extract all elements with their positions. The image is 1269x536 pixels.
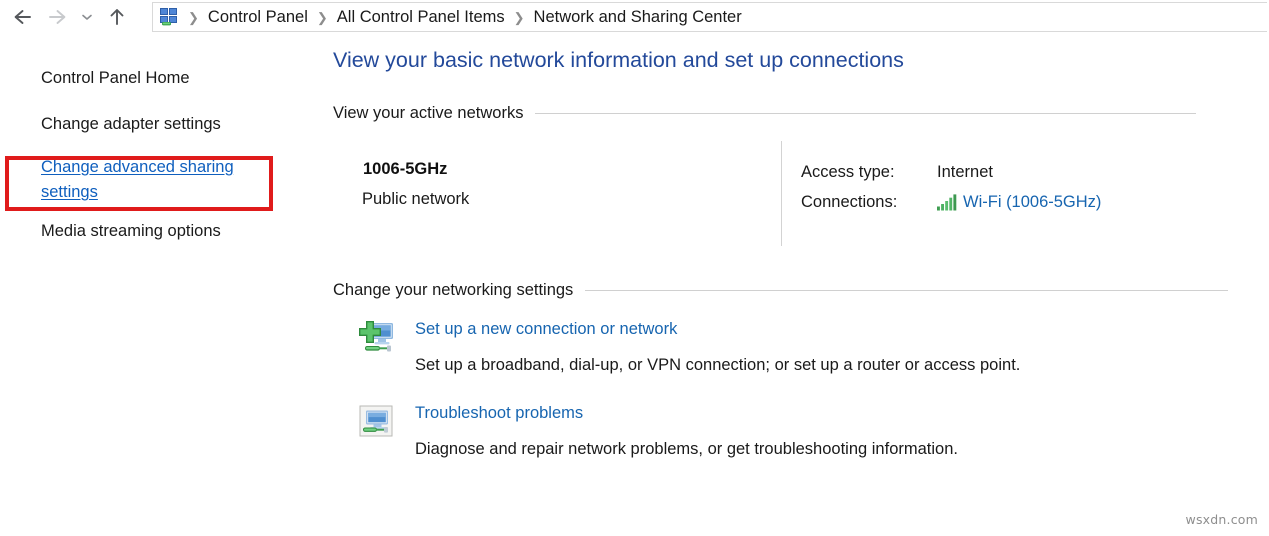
section-header-networking-settings: Change your networking settings (333, 281, 1233, 300)
breadcrumb-item-all-items[interactable]: All Control Panel Items (336, 8, 506, 27)
access-type-value: Internet (937, 162, 993, 181)
section-label: Change your networking settings (333, 281, 574, 299)
breadcrumb-separator: ❯ (316, 9, 328, 25)
connections-label: Connections: (801, 192, 898, 211)
action-set-up-new-connection: Set up a new connection or network Set u… (333, 318, 1233, 380)
description-troubleshoot-problems: Diagnose and repair network problems, or… (415, 440, 958, 458)
sidebar-item-change-adapter-settings[interactable]: Change adapter settings (41, 112, 221, 137)
content-pane: View your basic network information and … (333, 42, 1233, 464)
network-name: 1006-5GHz (363, 160, 448, 178)
up-button[interactable] (100, 0, 134, 33)
active-network-block: 1006-5GHz Public network Access type: In… (333, 141, 1233, 251)
breadcrumb-separator: ❯ (513, 9, 525, 25)
chevron-down-icon (82, 14, 92, 20)
section-divider (535, 113, 1197, 114)
back-arrow-icon (14, 9, 31, 24)
sidebar-item-media-streaming-options[interactable]: Media streaming options (41, 219, 221, 244)
section-label: View your active networks (333, 104, 524, 122)
navigation-pane: Control Panel Home Change adapter settin… (0, 42, 310, 522)
section-header-active-networks: View your active networks (333, 104, 1233, 123)
network-details: Access type: Internet Connections: Wi-Fi… (801, 157, 1101, 217)
control-panel-icon (158, 7, 180, 27)
section-divider (585, 290, 1229, 291)
forward-button[interactable] (40, 0, 74, 33)
breadcrumb[interactable]: ❯ Control Panel ❯ All Control Panel Item… (152, 2, 1267, 32)
page-title: View your basic network information and … (333, 48, 904, 72)
new-connection-icon (357, 320, 397, 356)
detail-row-access-type: Access type: Internet (801, 157, 1101, 187)
wifi-signal-icon (937, 193, 957, 210)
link-set-up-new-connection[interactable]: Set up a new connection or network (415, 318, 1233, 340)
forward-arrow-icon (49, 9, 66, 24)
recent-locations-button[interactable] (74, 0, 100, 33)
link-troubleshoot-problems[interactable]: Troubleshoot problems (415, 402, 1233, 424)
address-bar: ❯ Control Panel ❯ All Control Panel Item… (0, 0, 1269, 33)
watermark: wsxdn.com (1185, 512, 1258, 527)
back-button[interactable] (6, 0, 40, 33)
access-type-label: Access type: (801, 162, 895, 181)
breadcrumb-item-network-sharing-center[interactable]: Network and Sharing Center (533, 8, 743, 27)
detail-row-connections: Connections: Wi-Fi (1006-5GHz) (801, 187, 1101, 217)
description-set-up-new-connection: Set up a broadband, dial-up, or VPN conn… (415, 356, 1021, 374)
network-type: Public network (362, 190, 470, 208)
action-troubleshoot-problems: Troubleshoot problems Diagnose and repai… (333, 402, 1233, 464)
up-arrow-icon (110, 8, 124, 25)
troubleshoot-icon (357, 404, 397, 440)
vertical-divider (781, 141, 782, 246)
sidebar-item-change-advanced-sharing-settings[interactable]: Change advanced sharing settings (41, 155, 257, 205)
breadcrumb-item-control-panel[interactable]: Control Panel (207, 8, 309, 27)
connection-link-wifi[interactable]: Wi-Fi (1006-5GHz) (963, 193, 1101, 212)
sidebar-item-control-panel-home[interactable]: Control Panel Home (41, 66, 190, 91)
breadcrumb-separator: ❯ (188, 9, 199, 25)
